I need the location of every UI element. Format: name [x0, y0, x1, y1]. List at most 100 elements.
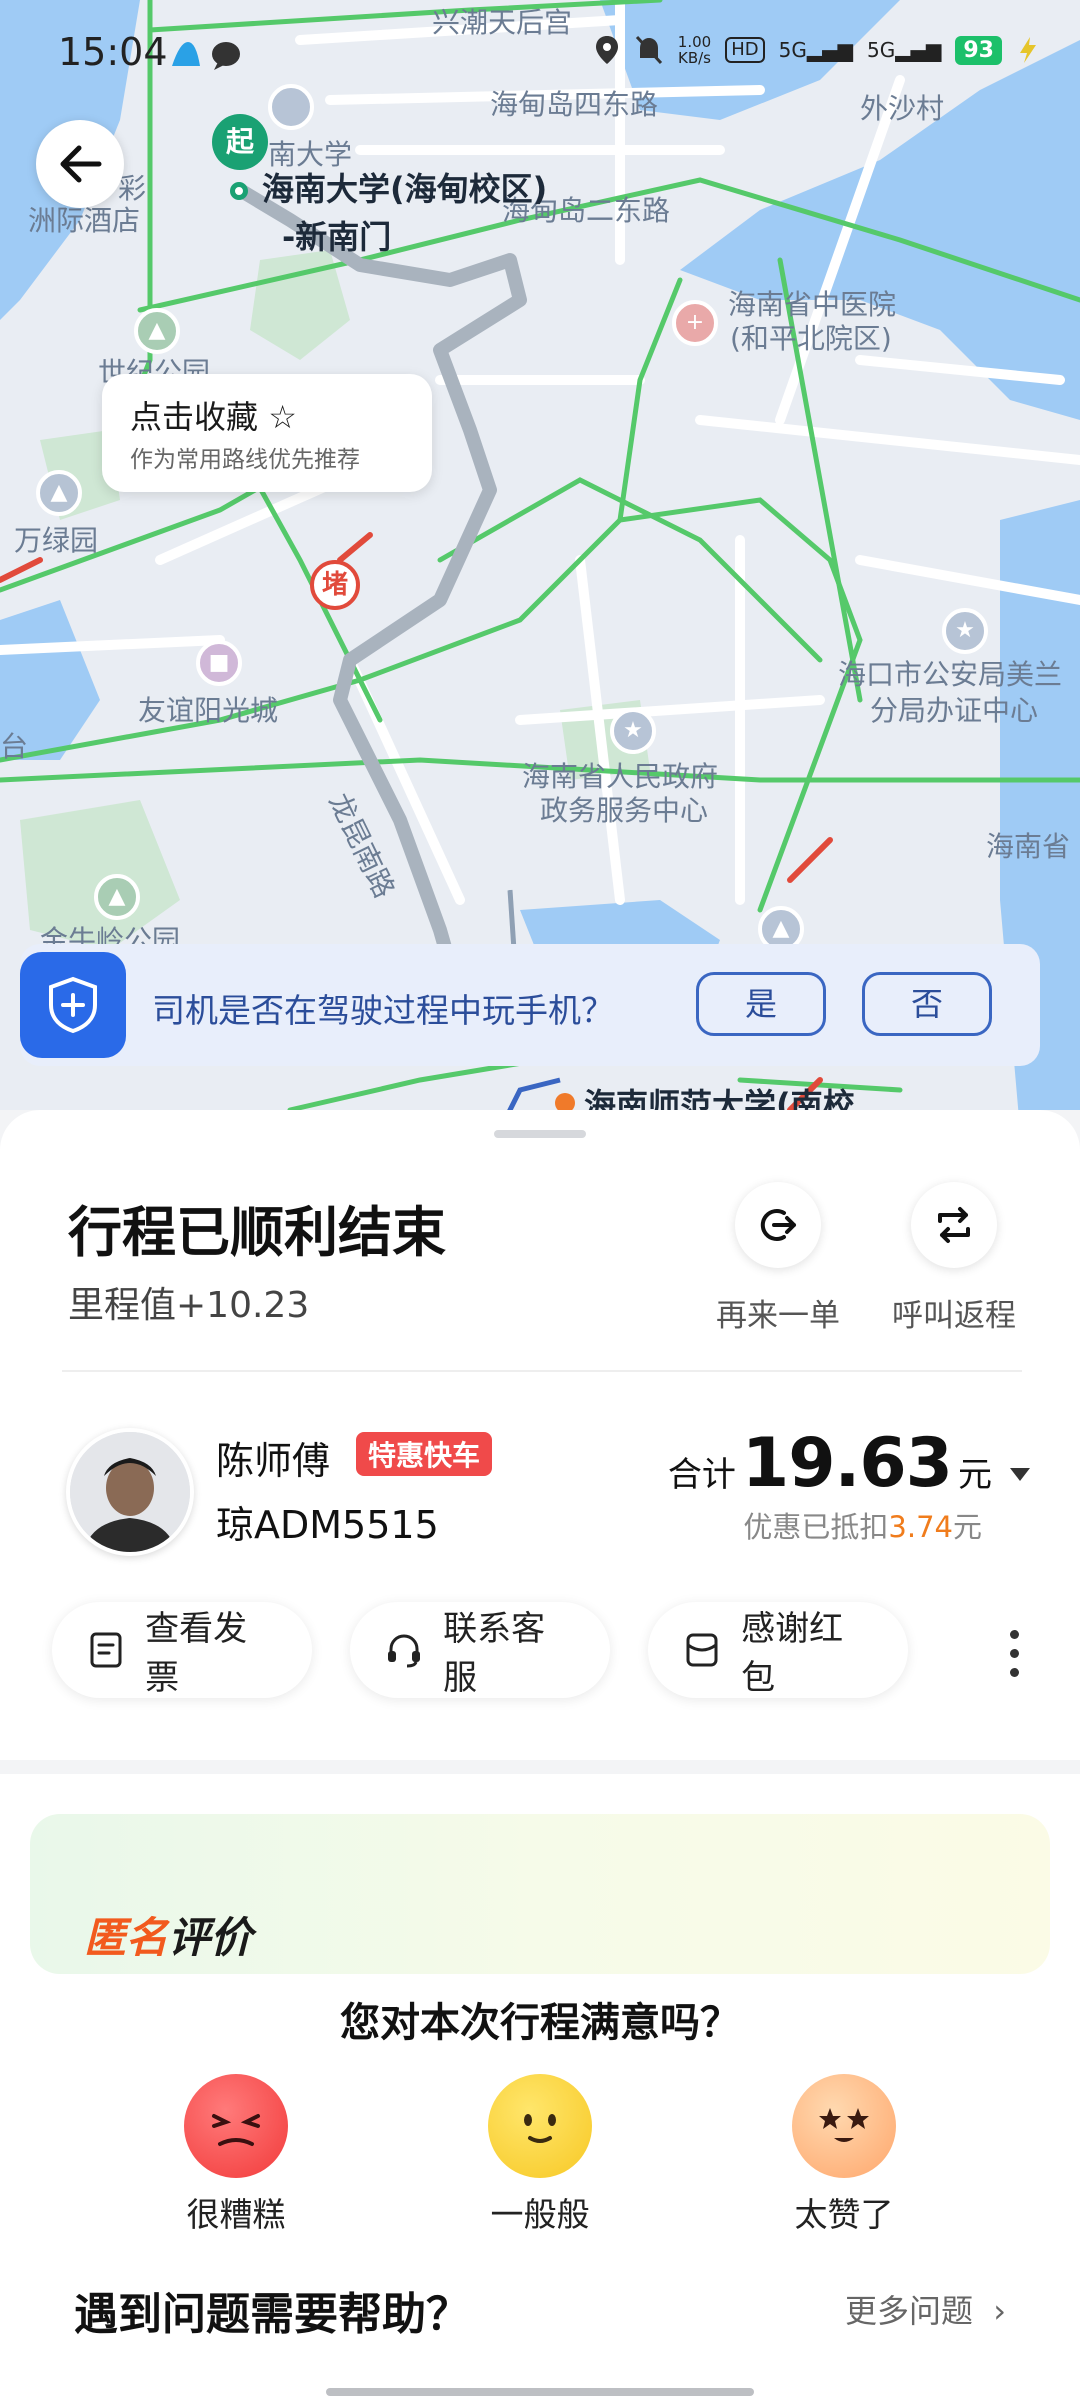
home-indicator[interactable] — [326, 2388, 754, 2396]
battery-indicator: 93 — [955, 35, 1002, 65]
driver-avatar[interactable] — [66, 1428, 194, 1556]
trip-status-title: 行程已顺利结束 — [68, 1201, 446, 1264]
start-location-gate: -新南门 — [282, 218, 392, 256]
swap-route-icon — [938, 1207, 970, 1243]
invoice-icon — [90, 1632, 122, 1668]
rating-option-great[interactable]: 太赞了 — [754, 2074, 934, 2236]
more-questions-label: 更多问题 — [845, 2292, 974, 2330]
fare-expand-caret-icon[interactable] — [1010, 1468, 1030, 1481]
location-icon — [595, 36, 618, 64]
contact-service-label: 联系客服 — [443, 1609, 546, 1698]
start-point-dot — [230, 182, 248, 200]
discount-unit: 元 — [952, 1510, 982, 1544]
sim2-signal: 5G▂▄▆ — [866, 38, 942, 62]
answer-no-button[interactable]: 否 — [862, 972, 992, 1036]
trip-summary-sheet: 行程已顺利结束 里程值+10.23 再来一单 呼叫返程 陈师傅 特惠快车 琼AD… — [0, 1110, 1080, 2400]
rating-option-label: 很糟糕 — [186, 2195, 286, 2234]
map-label: 海南省中医院 — [728, 288, 897, 321]
service-type-badge: 特惠快车 — [356, 1432, 493, 1476]
map-label: 分局办证中心 — [870, 694, 1039, 727]
hd-indicator: HD — [725, 37, 765, 63]
thank-you-tip-button[interactable]: 感谢红包 — [648, 1602, 908, 1698]
anonymous-tag-part1: 匿名 — [84, 1913, 169, 1962]
map-label: (和平北院区) — [730, 322, 892, 355]
safety-question-bar: 司机是否在驾驶过程中玩手机？ 是 否 — [20, 944, 1040, 1066]
status-bar: 15:04 1.00 KB/s HD 5G▂▄▆ 5G▂▄▆ 93 — [0, 0, 1080, 110]
favorite-subtitle: 作为常用路线优先推荐 — [130, 447, 360, 473]
safety-question-text: 司机是否在驾驶过程中玩手机？ — [152, 991, 614, 1030]
call-return-button[interactable]: 呼叫返程 — [874, 1182, 1034, 1335]
anonymous-rating-tag: 匿名评价 — [84, 1904, 252, 1965]
map-label: 彩 — [118, 172, 147, 205]
app-notification-icon — [172, 42, 240, 70]
driver-photo — [70, 1432, 190, 1552]
answer-yes-button[interactable]: 是 — [696, 972, 826, 1036]
hospital-poi-icon: + — [672, 300, 718, 346]
rating-question: 您对本次行程满意吗？ — [340, 2000, 740, 2046]
angry-face-icon — [212, 2114, 260, 2146]
sim1-label: 5G — [778, 38, 807, 62]
rating-option-label: 太赞了 — [794, 2195, 894, 2234]
fare-prefix: 合计 — [667, 1455, 736, 1495]
drag-handle[interactable] — [494, 1130, 586, 1138]
map-label: 海口市公安局美兰 — [838, 658, 1063, 691]
neutral-face-icon — [524, 2114, 556, 2143]
fare-unit: 元 — [958, 1455, 992, 1495]
map-label: 洲际酒店 — [28, 204, 141, 237]
map-label: 万绿园 — [14, 524, 99, 557]
notification-icons — [168, 38, 248, 76]
map-label: 台 — [0, 730, 29, 763]
fare-amount: 19.63 — [741, 1424, 953, 1503]
view-invoice-button[interactable]: 查看发票 — [52, 1602, 312, 1698]
start-location-name: 海南大学(海甸校区) — [262, 170, 548, 208]
order-again-label: 再来一单 — [716, 1298, 840, 1334]
discount-amount: 3.74 — [888, 1510, 953, 1544]
route-map[interactable]: 兴潮天后宫 海甸岛四东路 外沙村 南大学 海甸岛二东路 彩 洲际酒店 海南省中医… — [0, 0, 1080, 1130]
mute-bell-icon — [635, 35, 662, 65]
rating-option-bad[interactable]: 很糟糕 — [146, 2074, 326, 2236]
red-envelope-icon — [686, 1633, 718, 1667]
call-return-label: 呼叫返程 — [892, 1298, 1016, 1334]
favorite-route-bubble[interactable]: 点击收藏 ☆ 作为常用路线优先推荐 — [102, 374, 432, 492]
map-label: 友谊阳光城 — [138, 694, 279, 727]
mountain-poi-icon: ▲ — [36, 470, 82, 516]
more-questions-link[interactable]: 更多问题 › — [845, 2286, 1006, 2332]
map-label: 海南省人民政府 — [522, 760, 719, 793]
discount-info: 优惠已抵扣3.74元 — [743, 1504, 982, 1546]
rating-option-ok[interactable]: 一般般 — [450, 2074, 630, 2236]
shield-icon — [49, 976, 97, 1034]
police-poi-icon: ★ — [942, 608, 988, 654]
sim1-signal: 5G▂▄▆ — [778, 38, 853, 62]
discount-prefix: 优惠已抵扣 — [743, 1510, 889, 1544]
rating-card: 匿名评价 您对本次行程满意吗？ 很糟糕 一般般 太赞了 遇到问题需要帮助？ 更多… — [0, 1774, 1080, 2400]
congestion-marker: 堵 — [310, 560, 360, 610]
star-icon: ☆ — [268, 398, 297, 436]
more-options-icon[interactable] — [1008, 1630, 1020, 1687]
view-invoice-label: 查看发票 — [145, 1609, 248, 1698]
mileage-points: 里程值+10.23 — [68, 1285, 310, 1326]
anonymous-tag-part2: 评价 — [168, 1913, 253, 1962]
help-section-title: 遇到问题需要帮助？ — [74, 2289, 470, 2340]
fare-total[interactable]: 合计 19.63 元 — [668, 1424, 992, 1503]
rating-option-label: 一般般 — [490, 2195, 590, 2234]
back-button[interactable] — [36, 120, 124, 208]
safety-shield-button[interactable] — [20, 952, 126, 1058]
favorite-title: 点击收藏 — [130, 398, 259, 436]
headset-icon — [387, 1634, 420, 1668]
contact-service-button[interactable]: 联系客服 — [350, 1602, 610, 1698]
map-label: 南大学 — [268, 138, 353, 171]
order-again-button[interactable]: 再来一单 — [698, 1182, 858, 1335]
net-speed-value: 1.00 — [677, 33, 712, 51]
divider — [62, 1370, 1022, 1372]
start-pin-icon: 起 — [212, 114, 268, 170]
trip-card: 行程已顺利结束 里程值+10.23 再来一单 呼叫返程 陈师傅 特惠快车 琼AD… — [0, 1110, 1080, 1760]
thank-you-tip-label: 感谢红包 — [741, 1609, 844, 1698]
license-plate: 琼ADM5515 — [216, 1503, 439, 1547]
star-eyes-face-icon — [819, 2108, 869, 2142]
mall-poi-icon: ■ — [196, 640, 242, 686]
government-poi-icon: ★ — [610, 708, 656, 754]
clock: 15:04 — [58, 30, 168, 74]
park-poi-icon: ▲ — [94, 874, 140, 920]
chevron-right-icon: › — [993, 2292, 1006, 2330]
driver-name: 陈师傅 — [216, 1439, 331, 1483]
